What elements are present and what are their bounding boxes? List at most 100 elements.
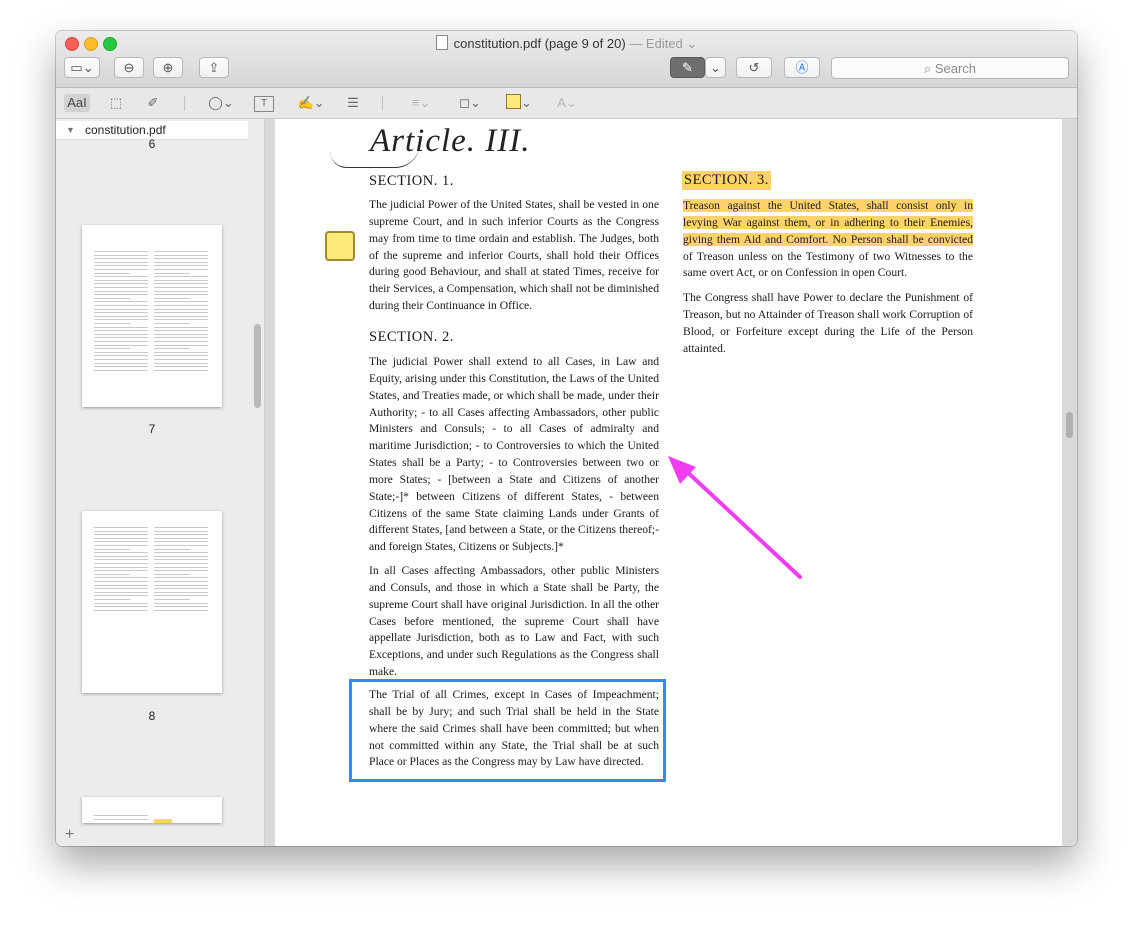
note-annotation[interactable] <box>325 231 355 261</box>
thumbnail-text-line <box>94 552 148 554</box>
thumbnail-text-line <box>94 326 148 328</box>
chevron-down-icon: ⌄ <box>521 95 532 110</box>
thumbnail-text-line <box>154 301 208 303</box>
thumbnail-text-line <box>154 566 208 568</box>
thumbnail-text-line <box>154 584 208 586</box>
thumbnail-text-line <box>154 330 208 332</box>
markup-toolbar-button[interactable]: ✎ <box>670 57 705 78</box>
thumbnail-text-line <box>154 552 208 554</box>
search-placeholder: Search <box>934 61 977 76</box>
thumbnail-text-line <box>94 294 148 296</box>
thumbnail-text-line <box>94 333 148 335</box>
thumbnail-text-line <box>154 555 208 557</box>
thumbnail-text-line <box>154 326 208 328</box>
thumbnail-text-line <box>94 337 148 339</box>
sidebar-icon: ▭⌄ <box>70 60 94 75</box>
thumbnail-text-line <box>94 315 148 317</box>
thumbnail-text-line <box>94 595 148 597</box>
thumbnail-text-line <box>154 312 208 314</box>
sketch-icon[interactable]: ✐ <box>142 94 164 112</box>
thumbnail-text-line <box>154 599 190 600</box>
thumbnail-text-line <box>94 283 148 285</box>
thumbnail-text-line <box>94 308 148 310</box>
pen-icon: ✎ <box>682 60 693 75</box>
line-style-icon[interactable]: ≡⌄ <box>406 94 436 112</box>
thumbnail-text-line <box>154 337 208 339</box>
text-format-icon[interactable]: A⌄ <box>552 94 582 112</box>
thumbnail-text-line <box>94 279 148 281</box>
fill-color-button[interactable]: ⌄ <box>502 94 536 112</box>
border-color-icon[interactable]: ◻⌄ <box>454 94 486 112</box>
section1-heading: SECTION. 1. <box>369 173 454 189</box>
rectangle-annotation[interactable] <box>349 679 666 782</box>
thumbnail-text-line <box>154 305 208 306</box>
thumbnail-text-line <box>94 577 148 579</box>
thumbnail-text-line <box>94 559 148 561</box>
section1-text: The judicial Power of the United States,… <box>369 198 659 313</box>
thumbnail-text-line <box>94 815 148 816</box>
article-title: Article. III. <box>370 123 531 159</box>
thumbnail-text-line <box>154 359 208 360</box>
thumbnail-text-line <box>154 272 190 274</box>
page-thumbnail-8[interactable] <box>82 511 222 693</box>
sign-icon[interactable]: ✍⌄ <box>292 94 330 112</box>
text-box-icon[interactable]: T <box>254 96 274 112</box>
thumbnail-text-line <box>94 527 148 528</box>
thumbnail-text-line <box>94 362 148 364</box>
thumbnail-text-line <box>94 563 148 564</box>
page-thumbnail-7[interactable] <box>82 225 222 407</box>
markup-menu-button[interactable]: ⌄ <box>705 57 726 78</box>
thumbnail-text-line <box>154 290 208 292</box>
separator <box>382 96 383 111</box>
thumbnail-text-line <box>94 265 148 267</box>
thumbnail-text-line <box>154 261 208 263</box>
edited-label[interactable]: — Edited <box>629 36 682 51</box>
thumbnail-text-line <box>154 308 208 310</box>
thumbnail-text-line <box>94 348 130 350</box>
thumbnail-text-line <box>154 609 208 611</box>
thumbnail-text-line <box>154 548 190 550</box>
thumbnail-text-line <box>154 254 208 256</box>
thumbnail-text-line <box>154 570 208 572</box>
thumbnail-text-line <box>94 341 148 342</box>
document-scrollbar[interactable] <box>1066 412 1073 438</box>
thumbnail-text-line <box>94 258 148 260</box>
note-icon[interactable]: ☰ <box>344 94 362 112</box>
markup-toolbar: AaI ⬚ ✐ ◯⌄ T ✍⌄ ☰ ≡⌄ ◻⌄ ⌄ A⌄ <box>56 88 1077 119</box>
add-icon[interactable]: + <box>65 826 74 844</box>
thumbnail-text-line <box>94 591 148 593</box>
sidebar-toggle-button[interactable]: ▭⌄ <box>64 57 100 78</box>
thumbnail-text-line <box>94 261 148 263</box>
search-input[interactable]: ⌕ Search <box>831 57 1069 79</box>
sidebar-scrollbar[interactable] <box>254 324 261 408</box>
thumbnail-text-line <box>94 606 148 608</box>
section3-text: of Treason unless on the Testimony of tw… <box>683 249 973 280</box>
page-thumbnail-9[interactable] <box>82 797 222 823</box>
thumbnail-text-line <box>154 251 208 252</box>
rectangular-selection-icon[interactable]: ⬚ <box>106 94 126 112</box>
zoom-out-button[interactable]: ⊖ <box>114 57 144 78</box>
thumbnail-text-line <box>94 534 148 536</box>
window-title: constitution.pdf (page 9 of 20) — Edited… <box>56 35 1077 52</box>
thumbnail-text-line <box>154 581 208 582</box>
shapes-icon[interactable]: ◯⌄ <box>204 94 238 112</box>
thumbnail-text-line <box>94 581 148 582</box>
thumbnail-text-line <box>154 258 208 260</box>
zoom-in-button[interactable]: ⊕ <box>153 57 183 78</box>
thumbnail-text-line <box>154 279 208 281</box>
edited-chevron-icon[interactable]: ⌄ <box>686 36 697 51</box>
thumbnail-text-line <box>154 315 208 317</box>
share-button[interactable]: ⇪ <box>199 57 229 78</box>
thumbnail-text-line <box>154 319 208 321</box>
thumbnail-text-line <box>94 818 148 820</box>
page-number-8: 8 <box>148 709 156 723</box>
rotate-icon: ↺ <box>748 60 760 75</box>
highlighted-text[interactable]: Treason against the United States, shall… <box>683 199 973 246</box>
rotate-button[interactable]: ↺ <box>736 57 772 78</box>
text-style-button[interactable]: AaI <box>64 94 90 112</box>
thumbnail-text-line <box>94 330 148 332</box>
thumbnail-text-line <box>154 563 208 564</box>
thumbnail-text-line <box>94 272 130 274</box>
annotate-button[interactable]: Ⓐ <box>784 57 820 78</box>
window-title-text: constitution.pdf (page 9 of 20) <box>453 36 626 51</box>
